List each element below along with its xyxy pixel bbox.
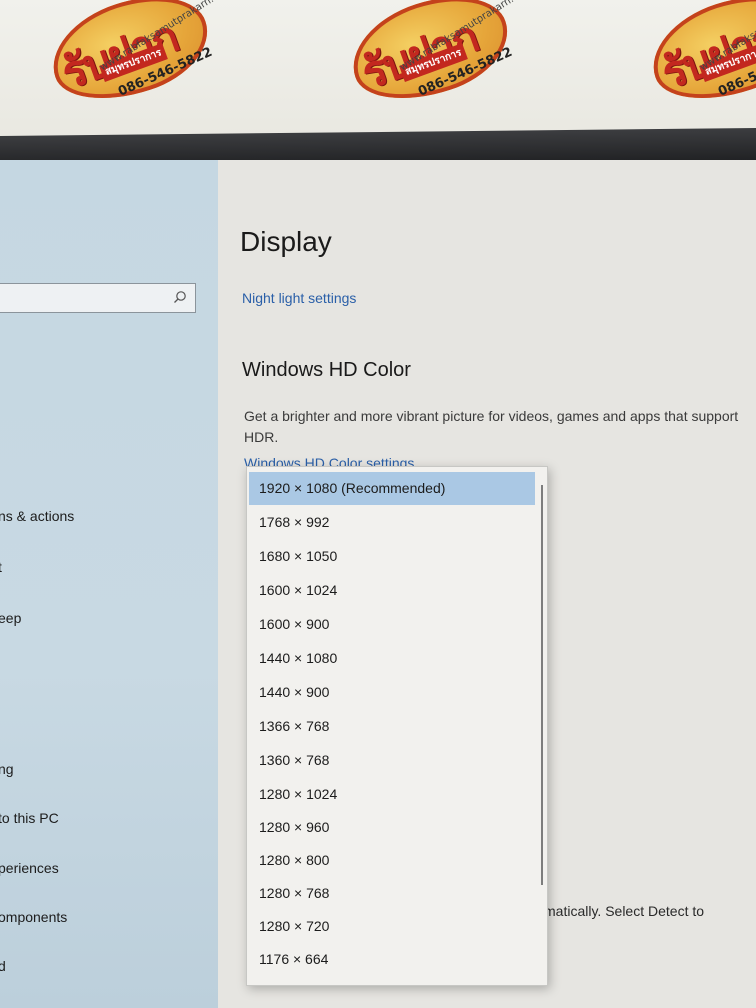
sidebar-item-shared-experiences[interactable]: periences bbox=[0, 860, 59, 876]
hd-color-description: Get a brighter and more vibrant picture … bbox=[244, 408, 739, 445]
sidebar-item-sleep[interactable]: eep bbox=[0, 610, 21, 626]
resolution-option[interactable]: 1366 × 768 bbox=[249, 710, 535, 743]
resolution-option[interactable]: 1280 × 768 bbox=[249, 877, 535, 910]
resolution-dropdown-list[interactable]: 1920 × 1080 (Recommended) 1768 × 992 168… bbox=[246, 466, 548, 986]
sidebar-item-projecting[interactable]: to this PC bbox=[0, 810, 59, 826]
hd-color-title: Windows HD Color bbox=[242, 359, 411, 381]
resolution-option[interactable]: 1680 × 1050 bbox=[249, 540, 535, 573]
search-icon[interactable] bbox=[173, 290, 187, 304]
resolution-option[interactable]: 1280 × 720 bbox=[249, 910, 535, 943]
resolution-option[interactable]: 1176 × 664 bbox=[249, 943, 535, 976]
resolution-option-selected[interactable]: 1920 × 1080 (Recommended) bbox=[249, 472, 535, 505]
resolution-option[interactable]: 1280 × 1024 bbox=[249, 778, 535, 811]
settings-sidebar: ns & actions t eep ng to this PC perienc… bbox=[0, 160, 218, 1008]
resolution-option[interactable]: 1280 × 960 bbox=[249, 811, 535, 844]
resolution-option[interactable]: 1440 × 900 bbox=[249, 676, 535, 709]
resolution-option[interactable]: 1360 × 768 bbox=[249, 744, 535, 777]
sidebar-item-notifications[interactable]: ns & actions bbox=[0, 508, 74, 524]
sidebar-item-multitasking[interactable]: ng bbox=[0, 761, 14, 777]
detect-description-partial: matically. Select Detect to bbox=[544, 903, 705, 919]
search-input[interactable] bbox=[0, 283, 196, 313]
sidebar-item-clipboard[interactable]: d bbox=[0, 958, 6, 974]
resolution-option[interactable]: 1768 × 992 bbox=[249, 506, 535, 539]
resolution-option[interactable]: 1440 × 1080 bbox=[249, 642, 535, 675]
resolution-option[interactable]: 1280 × 800 bbox=[249, 844, 535, 877]
background-wall: รับฝาก สมุทรปราการ www.rabfaksamutprakar… bbox=[0, 0, 756, 140]
resolution-option[interactable]: 1600 × 900 bbox=[249, 608, 535, 641]
watermark-stamp: รับฝาก สมุทรปราการ www.rabfaksamutprakar… bbox=[39, 0, 234, 134]
dropdown-scrollbar[interactable] bbox=[541, 485, 543, 885]
night-light-settings-link[interactable]: Night light settings bbox=[242, 290, 356, 306]
page-title: Display bbox=[240, 226, 332, 257]
resolution-option[interactable]: 1600 × 1024 bbox=[249, 574, 535, 607]
sidebar-item-focus-assist[interactable]: t bbox=[0, 559, 2, 575]
watermark-stamp: รับฝาก สมุทรปราการ www.rabfaksamutprakar… bbox=[339, 0, 534, 134]
sidebar-item-system-components[interactable]: omponents bbox=[0, 909, 67, 925]
watermark-stamp: รับฝาก สมุทรปราการ www.rabfaksamutprakar… bbox=[639, 0, 756, 134]
